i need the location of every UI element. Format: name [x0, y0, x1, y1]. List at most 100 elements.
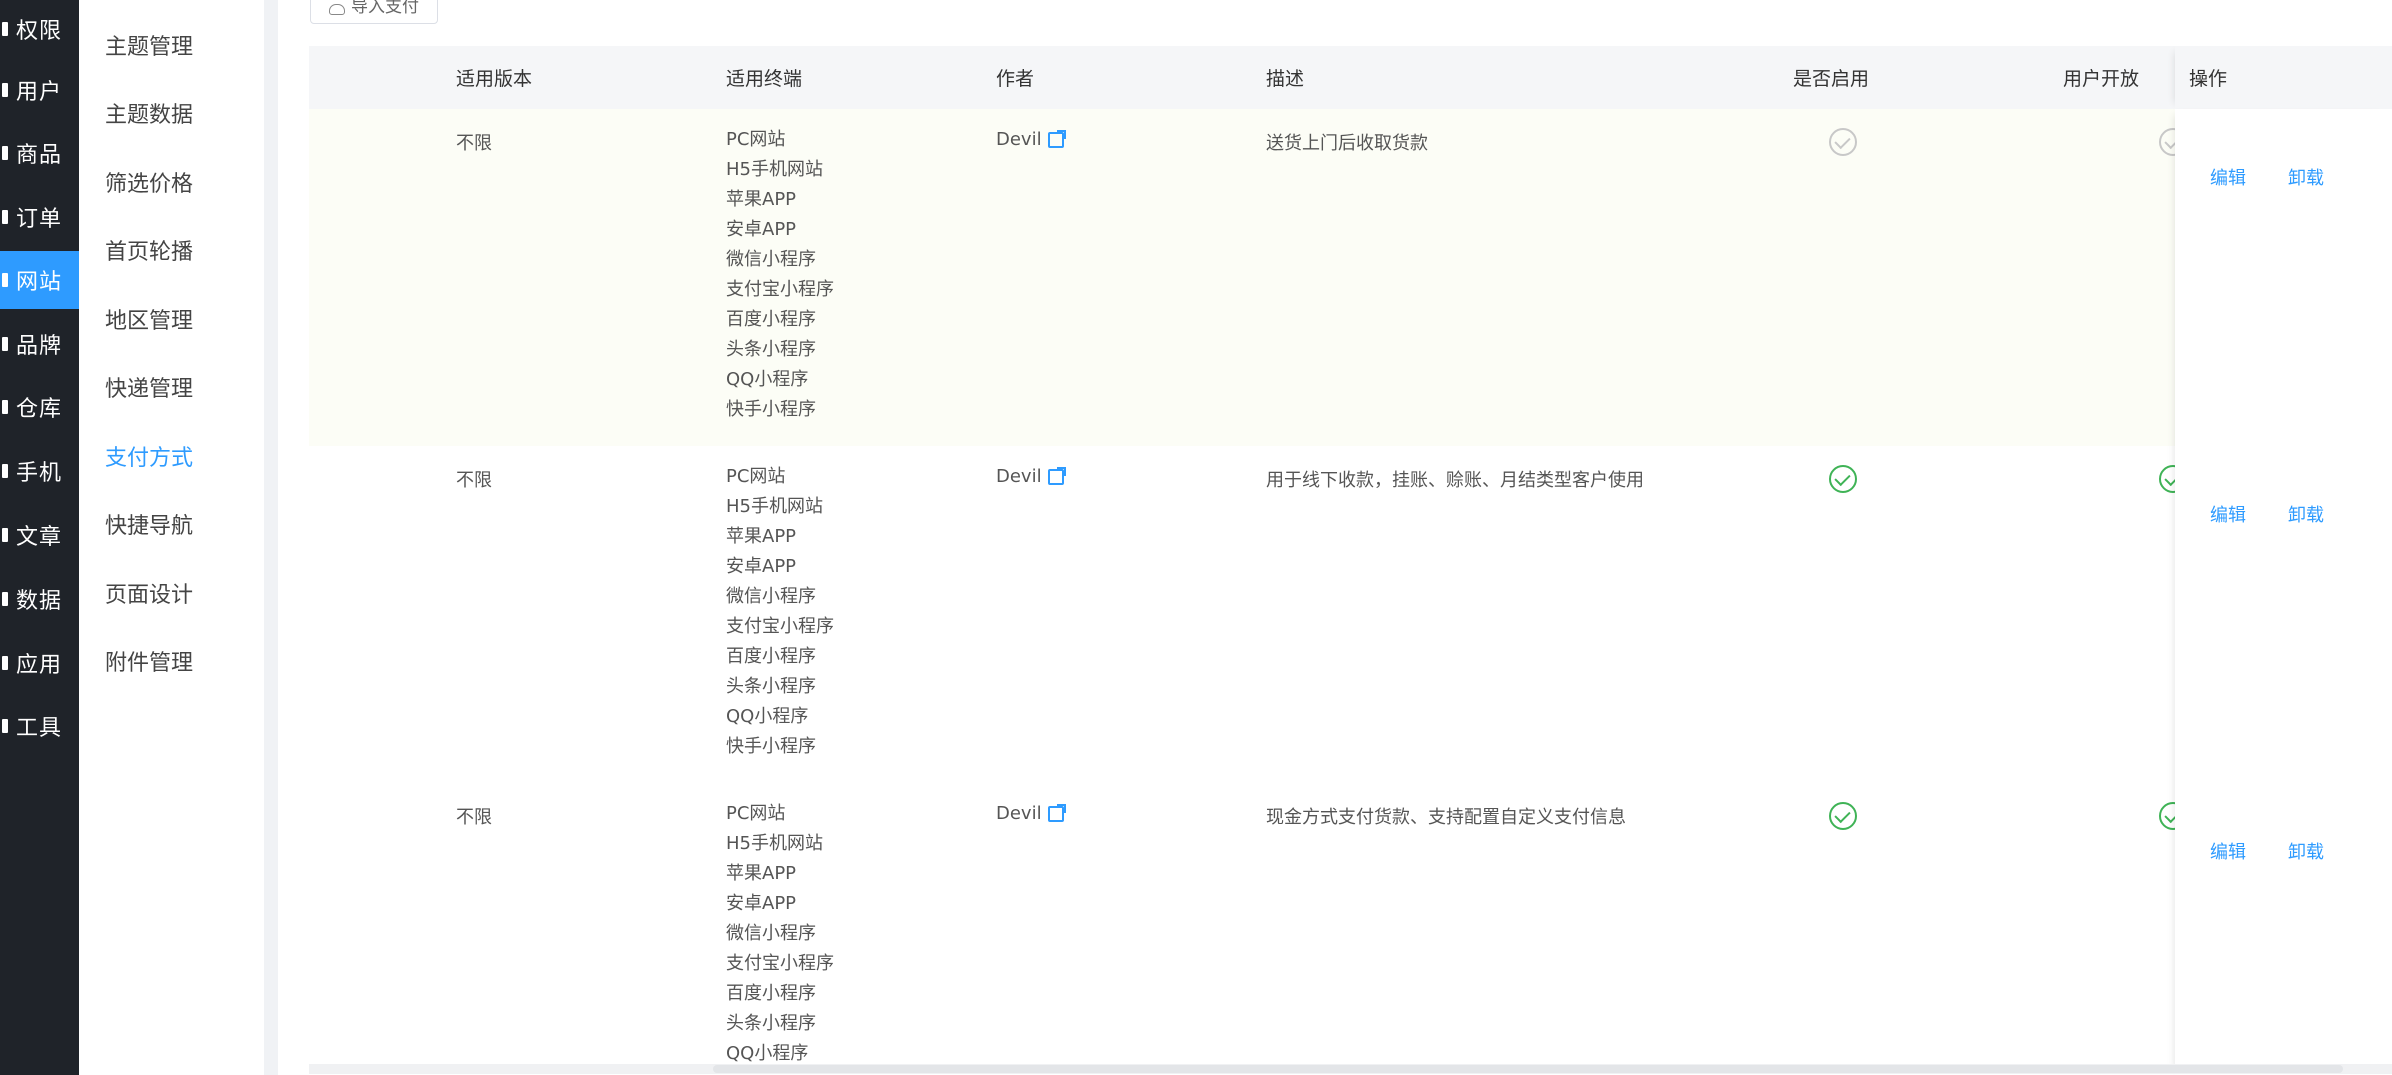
permission-icon — [2, 22, 8, 36]
edit-button[interactable]: 编辑 — [2210, 838, 2246, 864]
nav-item-article[interactable]: 文章 — [0, 506, 79, 564]
nav-item-label: 订单 — [16, 207, 63, 232]
subnav-item-region[interactable]: 地区管理 — [105, 303, 193, 335]
terminal-item: 快手小程序 — [726, 736, 816, 757]
nav-item-permission[interactable]: 权限 — [0, 0, 79, 58]
header-description: 描述 — [1266, 68, 1305, 90]
external-link-icon[interactable] — [1047, 803, 1066, 822]
table-row: 不限 PC网站 H5手机网站 苹果APP 安卓APP 微信小程序 支付宝小程序 … — [309, 783, 2187, 1075]
terminal-item: 头条小程序 — [726, 1013, 816, 1034]
sub-nav: 主题管理 主题数据 筛选价格 首页轮播 地区管理 快递管理 支付方式 快捷导航 … — [79, 0, 264, 1075]
terminal-item: PC网站 — [726, 803, 786, 824]
main-nav: 权限 用户 商品 订单 网站 品牌 仓库 手机 文章 数据 应用 工具 — [0, 0, 79, 1075]
header-author: 作者 — [996, 68, 1035, 90]
nav-item-user[interactable]: 用户 — [0, 61, 79, 119]
author-name: Devil — [996, 466, 1042, 487]
terminal-item: QQ小程序 — [726, 706, 809, 727]
header-terminals: 适用终端 — [726, 68, 803, 90]
cell-version: 不限 — [456, 133, 492, 154]
import-payment-button[interactable]: 导入支付 — [310, 0, 438, 24]
terminal-item: 苹果APP — [726, 189, 797, 210]
header-user-open: 用户开放 — [2063, 68, 2140, 90]
uninstall-button[interactable]: 卸载 — [2288, 838, 2324, 864]
terminal-item: 百度小程序 — [726, 309, 816, 330]
subnav-item-express[interactable]: 快递管理 — [105, 371, 193, 403]
horizontal-scrollbar[interactable] — [309, 1064, 2392, 1074]
edit-button[interactable]: 编辑 — [2210, 164, 2246, 190]
nav-item-label: 应用 — [16, 653, 63, 678]
header-actions: 操作 — [2189, 68, 2228, 90]
cell-author[interactable]: Devil — [996, 803, 1066, 824]
external-link-icon[interactable] — [1047, 466, 1066, 485]
warehouse-icon — [2, 400, 8, 414]
terminal-item: 安卓APP — [726, 893, 797, 914]
header-enabled: 是否启用 — [1793, 68, 1870, 90]
terminal-item: PC网站 — [726, 466, 786, 487]
cell-description: 现金方式支付货款、支持配置自定义支付信息 — [1266, 807, 1626, 828]
nav-item-label: 数据 — [16, 589, 63, 614]
subnav-item-page-design[interactable]: 页面设计 — [105, 577, 193, 609]
nav-item-goods[interactable]: 商品 — [0, 124, 79, 182]
nav-item-mobile[interactable]: 手机 — [0, 442, 79, 500]
nav-item-label: 权限 — [16, 19, 63, 44]
cell-description: 用于线下收款，挂账、赊账、月结类型客户使用 — [1266, 470, 1644, 491]
scrollbar-thumb[interactable] — [713, 1065, 2343, 1073]
nav-item-order[interactable]: 订单 — [0, 188, 79, 246]
nav-item-warehouse[interactable]: 仓库 — [0, 378, 79, 436]
subnav-item-home-banner[interactable]: 首页轮播 — [105, 234, 193, 266]
terminal-item: 快手小程序 — [726, 399, 816, 420]
cell-author[interactable]: Devil — [996, 129, 1066, 150]
cell-author[interactable]: Devil — [996, 466, 1066, 487]
nav-item-tools[interactable]: 工具 — [0, 697, 79, 755]
order-icon — [2, 210, 8, 224]
cell-terminals: PC网站 H5手机网站 苹果APP 安卓APP 微信小程序 支付宝小程序 百度小… — [726, 125, 834, 425]
terminal-item: 头条小程序 — [726, 676, 816, 697]
nav-item-brand[interactable]: 品牌 — [0, 315, 79, 373]
enabled-check-icon[interactable] — [1829, 465, 1857, 493]
enabled-check-icon[interactable] — [1829, 802, 1857, 830]
subnav-item-theme-manage[interactable]: 主题管理 — [105, 29, 193, 61]
terminal-item: 安卓APP — [726, 219, 797, 240]
nav-item-label: 手机 — [16, 461, 63, 486]
nav-item-label: 网站 — [16, 270, 63, 295]
subnav-item-attachments[interactable]: 附件管理 — [105, 645, 193, 677]
nav-item-label: 用户 — [16, 80, 63, 105]
uninstall-button[interactable]: 卸载 — [2288, 164, 2324, 190]
subnav-item-theme-data[interactable]: 主题数据 — [105, 97, 193, 129]
nav-item-data[interactable]: 数据 — [0, 570, 79, 628]
subnav-item-quick-nav[interactable]: 快捷导航 — [105, 508, 193, 540]
actions-column: 编辑 卸载 编辑 卸载 编辑 卸载 — [2175, 109, 2392, 1075]
import-payment-label: 导入支付 — [351, 0, 419, 17]
nav-item-label: 工具 — [16, 716, 63, 741]
enabled-check-icon[interactable] — [1829, 128, 1857, 156]
author-name: Devil — [996, 803, 1042, 824]
terminal-item: 微信小程序 — [726, 923, 816, 944]
subnav-item-payment[interactable]: 支付方式 — [105, 440, 193, 472]
table-header: 适用版本 适用终端 作者 描述 是否启用 用户开放 — [309, 46, 2392, 109]
terminal-item: 苹果APP — [726, 863, 797, 884]
terminal-item: 支付宝小程序 — [726, 279, 834, 300]
uninstall-button[interactable]: 卸载 — [2288, 501, 2324, 527]
cell-version: 不限 — [456, 807, 492, 828]
user-icon — [2, 83, 8, 97]
table-row: 不限 PC网站 H5手机网站 苹果APP 安卓APP 微信小程序 支付宝小程序 … — [309, 446, 2187, 783]
data-icon — [2, 592, 8, 606]
subnav-item-price-filter[interactable]: 筛选价格 — [105, 166, 193, 198]
nav-item-app[interactable]: 应用 — [0, 634, 79, 692]
article-icon — [2, 528, 8, 542]
mobile-icon — [2, 464, 8, 478]
main-panel: 导入支付 适用版本 适用终端 作者 描述 是否启用 用户开放 操作 不限 PC网… — [278, 0, 2392, 1075]
terminal-item: H5手机网站 — [726, 833, 823, 854]
site-icon — [2, 273, 8, 287]
edit-button[interactable]: 编辑 — [2210, 501, 2246, 527]
terminal-item: 支付宝小程序 — [726, 616, 834, 637]
nav-item-site[interactable]: 网站 — [0, 251, 79, 309]
header-version: 适用版本 — [456, 68, 533, 90]
terminal-item: H5手机网站 — [726, 159, 823, 180]
gutter — [264, 0, 278, 1075]
cell-description: 送货上门后收取货款 — [1266, 133, 1428, 154]
payment-table: 适用版本 适用终端 作者 描述 是否启用 用户开放 操作 不限 PC网站 H5手… — [309, 46, 2392, 1075]
terminal-item: 苹果APP — [726, 526, 797, 547]
nav-item-label: 商品 — [16, 143, 63, 168]
external-link-icon[interactable] — [1047, 129, 1066, 148]
